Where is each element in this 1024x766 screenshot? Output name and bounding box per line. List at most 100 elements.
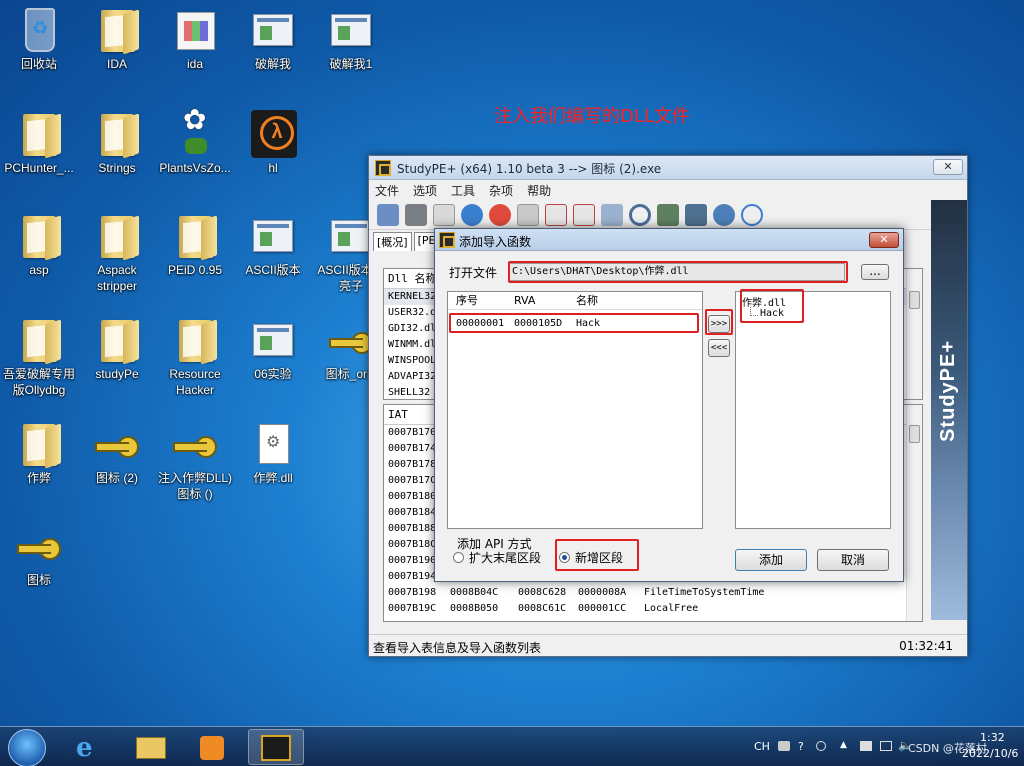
dialog-close-button[interactable]: ✕ bbox=[869, 232, 899, 248]
iat-scroll-thumb[interactable] bbox=[909, 425, 920, 443]
search-icon[interactable] bbox=[629, 203, 651, 226]
desktop-icon[interactable]: IDA bbox=[78, 6, 156, 72]
database-icon[interactable] bbox=[517, 203, 539, 226]
desktop-icon[interactable]: 作弊.dll bbox=[234, 420, 312, 486]
title-bar[interactable]: StudyPE+ (x64) 1.10 beta 3 --> 图标 (2).ex… bbox=[369, 156, 967, 180]
ie-taskbar-icon[interactable]: e bbox=[62, 729, 118, 765]
desktop-icon[interactable]: 图标 bbox=[0, 522, 78, 588]
desktop-icon[interactable]: PCHunter_... bbox=[0, 110, 78, 176]
desktop-icon-label: asp bbox=[29, 263, 49, 277]
radio-new-section[interactable] bbox=[559, 552, 570, 563]
tree-child[interactable]: Hack bbox=[760, 308, 784, 319]
key-icon bbox=[93, 420, 141, 468]
tray-arrow-icon[interactable]: ▲ bbox=[840, 740, 847, 750]
radio-extend[interactable] bbox=[453, 552, 464, 563]
desktop-icon[interactable]: asp bbox=[0, 212, 78, 278]
desktop-icon-label: studyPe bbox=[95, 367, 139, 381]
desktop-icon[interactable]: PEiD 0.95 bbox=[156, 212, 234, 278]
tab-overview[interactable]: [概况] bbox=[373, 232, 412, 251]
gear-icon[interactable] bbox=[713, 203, 735, 226]
menu-misc[interactable]: 杂项 bbox=[489, 182, 513, 199]
language-indicator[interactable]: CH bbox=[754, 740, 770, 753]
flag-icon[interactable] bbox=[860, 741, 872, 751]
menu-options[interactable]: 选项 bbox=[413, 182, 437, 199]
media-glyph bbox=[200, 736, 224, 760]
open-file-label: 打开文件 bbox=[449, 266, 498, 280]
desktop-icon[interactable]: hl bbox=[234, 110, 312, 176]
tray-gear-icon[interactable] bbox=[816, 741, 826, 751]
key-shape bbox=[171, 434, 219, 458]
desktop-icon-label: IDA bbox=[106, 57, 127, 71]
half-life-shape bbox=[251, 110, 297, 158]
tray-help-icon[interactable]: ? bbox=[798, 740, 804, 753]
desktop-icon[interactable]: 破解我 bbox=[234, 6, 312, 72]
function-list-header: 序号 RVA 名称 bbox=[448, 292, 702, 310]
menu-tools[interactable]: 工具 bbox=[451, 182, 475, 199]
remove-function-button[interactable]: <<< bbox=[708, 339, 730, 357]
dialog-title-bar[interactable]: 添加导入函数 ✕ bbox=[435, 229, 903, 251]
desktop-icon[interactable]: 图标 (2) bbox=[78, 420, 156, 486]
explorer-taskbar-icon[interactable] bbox=[124, 729, 180, 765]
desktop-icon[interactable]: Aspack stripper bbox=[78, 212, 156, 294]
desktop-icon[interactable]: studyPe bbox=[78, 316, 156, 382]
desktop-icon[interactable]: 吾爱破解专用版Ollydbg bbox=[0, 316, 78, 398]
menu-help[interactable]: 帮助 bbox=[527, 182, 551, 199]
desktop-icon[interactable]: 回收站 bbox=[0, 6, 78, 72]
desktop-icon[interactable]: ida bbox=[156, 6, 234, 72]
start-button[interactable] bbox=[4, 727, 48, 766]
clock-date[interactable]: 2022/10/6 bbox=[962, 747, 1018, 760]
iat-row[interactable]: 0007B198 0008B04C 0008C628 0000008A FileTime… bbox=[384, 585, 922, 601]
asm2-icon[interactable] bbox=[573, 203, 595, 226]
desktop-icon[interactable]: ASCII版本 bbox=[234, 212, 312, 278]
keyboard-icon[interactable] bbox=[778, 741, 790, 751]
menu-file[interactable]: 文件 bbox=[375, 182, 399, 199]
desktop-icon[interactable]: PlantsVsZo... bbox=[156, 110, 234, 176]
help-icon[interactable] bbox=[741, 203, 763, 226]
open-icon[interactable] bbox=[377, 203, 399, 226]
asm-icon[interactable] bbox=[545, 203, 567, 226]
radio-new-label[interactable]: 新增区段 bbox=[575, 549, 623, 566]
desktop-icon[interactable]: 注入作弊DLL)图标 () bbox=[156, 420, 234, 502]
refresh-icon[interactable] bbox=[461, 203, 483, 226]
desktop-icon[interactable]: 作弊 bbox=[0, 420, 78, 486]
desktop-icon[interactable]: Strings bbox=[78, 110, 156, 176]
iat-scrollbar[interactable] bbox=[906, 405, 922, 621]
export-icon[interactable] bbox=[685, 203, 707, 226]
window-close-button[interactable]: ✕ bbox=[933, 159, 963, 175]
dll-scrollbar[interactable] bbox=[906, 269, 922, 399]
calculator-icon[interactable] bbox=[601, 203, 623, 226]
browse-button[interactable]: ... bbox=[861, 264, 889, 280]
folder-shape bbox=[101, 10, 135, 52]
desktop-icon-label: 回收站 bbox=[20, 57, 57, 71]
function-row[interactable]: 00000001 0000105D Hack bbox=[448, 315, 702, 333]
window-app-shape bbox=[253, 220, 293, 252]
clock-time[interactable]: 1:32 bbox=[980, 731, 1005, 744]
col-rva[interactable]: RVA bbox=[506, 292, 568, 309]
network-icon[interactable] bbox=[880, 741, 892, 751]
document-icon[interactable] bbox=[433, 203, 455, 226]
add-button[interactable]: 添加 bbox=[735, 549, 807, 571]
desktop-icon-label: 图标 bbox=[26, 573, 51, 587]
file-path-field[interactable]: C:\Users\DHAT\Desktop\作弊.dll bbox=[509, 263, 845, 281]
stop-icon[interactable] bbox=[489, 203, 511, 226]
desktop-icon[interactable]: Resource Hacker bbox=[156, 316, 234, 398]
save-icon[interactable] bbox=[405, 203, 427, 226]
iat-cell: 0000008A bbox=[578, 587, 627, 598]
media-player-taskbar-icon[interactable] bbox=[186, 729, 242, 765]
iat-row[interactable]: 0007B19C 0008B050 0008C61C 000001CC LocalFre… bbox=[384, 601, 922, 617]
dll-scroll-thumb[interactable] bbox=[909, 291, 920, 309]
dialog-app-icon bbox=[439, 232, 455, 248]
cancel-button[interactable]: 取消 bbox=[817, 549, 889, 571]
tree-root[interactable]: 作弊.dll bbox=[742, 294, 786, 309]
desktop-icon[interactable]: 06实验 bbox=[234, 316, 312, 382]
key-icon bbox=[171, 420, 219, 468]
col-name[interactable]: 名称 bbox=[568, 292, 598, 309]
studype-taskbar-icon[interactable] bbox=[248, 729, 304, 765]
iat-cell: 000001CC bbox=[578, 603, 627, 614]
image-icon[interactable] bbox=[657, 203, 679, 226]
system-tray: CH ? ▲ 🔈 CSDN @花落村 1:32 2022/10/6 bbox=[744, 727, 1024, 766]
radio-extend-label[interactable]: 扩大末尾区段 bbox=[469, 549, 541, 566]
col-ordinal[interactable]: 序号 bbox=[448, 292, 506, 309]
desktop-icon[interactable]: 破解我1 bbox=[312, 6, 390, 72]
add-function-button[interactable]: >>> bbox=[708, 315, 730, 333]
